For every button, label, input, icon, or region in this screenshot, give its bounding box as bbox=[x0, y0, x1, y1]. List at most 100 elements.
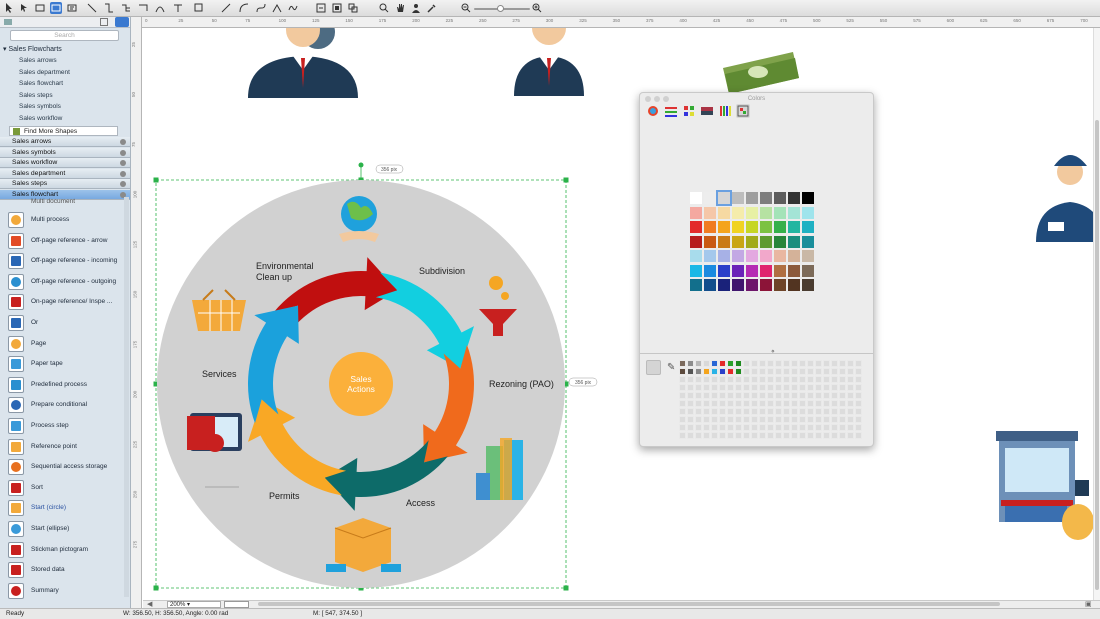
color-swatch[interactable] bbox=[788, 279, 800, 291]
color-swatch[interactable] bbox=[760, 221, 772, 233]
palette-cell[interactable] bbox=[711, 424, 718, 431]
palette-cell[interactable] bbox=[855, 400, 862, 407]
palette-cell[interactable] bbox=[847, 376, 854, 383]
color-swatch[interactable] bbox=[746, 279, 758, 291]
palette-cell[interactable] bbox=[855, 392, 862, 399]
libraries-icon[interactable] bbox=[4, 19, 12, 25]
sidebar-scrollbar[interactable] bbox=[124, 197, 129, 597]
shape-item[interactable]: Sort bbox=[0, 479, 124, 499]
palette-cell[interactable] bbox=[735, 376, 742, 383]
palette-cell[interactable] bbox=[703, 376, 710, 383]
color-swatch[interactable] bbox=[774, 221, 786, 233]
palette-cell[interactable] bbox=[855, 408, 862, 415]
palette-cell[interactable] bbox=[799, 424, 806, 431]
scale-tool[interactable] bbox=[331, 2, 343, 14]
palette-cell[interactable] bbox=[791, 424, 798, 431]
palette-cell[interactable] bbox=[839, 416, 846, 423]
palette-cell[interactable] bbox=[735, 360, 742, 367]
color-swatch[interactable] bbox=[746, 221, 758, 233]
hand-tool[interactable] bbox=[394, 2, 406, 14]
palette-cell[interactable] bbox=[727, 432, 734, 439]
palette-cell[interactable] bbox=[743, 416, 750, 423]
palette-cell[interactable] bbox=[823, 432, 830, 439]
palette-cell[interactable] bbox=[719, 424, 726, 431]
color-swatch[interactable] bbox=[802, 264, 814, 277]
polyline-tool[interactable] bbox=[271, 2, 283, 14]
palette-cell[interactable] bbox=[791, 432, 798, 439]
palette-cell[interactable] bbox=[775, 360, 782, 367]
bezier-tool[interactable] bbox=[255, 2, 267, 14]
color-swatch[interactable] bbox=[746, 235, 758, 248]
category-header[interactable]: Sales workflow bbox=[0, 158, 130, 168]
color-swatch[interactable] bbox=[718, 264, 730, 277]
palette-cell[interactable] bbox=[823, 368, 830, 375]
palette-cell[interactable] bbox=[695, 384, 702, 391]
palette-cell[interactable] bbox=[727, 392, 734, 399]
palette-cell[interactable] bbox=[679, 360, 686, 367]
palette-cell[interactable] bbox=[679, 392, 686, 399]
layers-tool[interactable] bbox=[192, 2, 204, 14]
color-swatch[interactable] bbox=[746, 264, 758, 277]
color-swatch[interactable] bbox=[760, 206, 772, 219]
palette-cell[interactable] bbox=[807, 408, 814, 415]
zoom-select[interactable]: 200% ▾ bbox=[167, 601, 221, 608]
palette-cell[interactable] bbox=[791, 360, 798, 367]
zoom-slider-knob[interactable] bbox=[497, 5, 504, 12]
palette-cell[interactable] bbox=[743, 424, 750, 431]
palette-cell[interactable] bbox=[783, 432, 790, 439]
person-tool[interactable] bbox=[410, 2, 422, 14]
palette-cell[interactable] bbox=[775, 416, 782, 423]
color-swatch[interactable] bbox=[704, 192, 716, 204]
palette-cell[interactable] bbox=[735, 392, 742, 399]
palette-cell[interactable] bbox=[783, 368, 790, 375]
color-swatch[interactable] bbox=[788, 192, 800, 204]
palette-cell[interactable] bbox=[791, 416, 798, 423]
palette-cell[interactable] bbox=[759, 416, 766, 423]
color-swatch[interactable] bbox=[802, 221, 814, 233]
palette-cell[interactable] bbox=[703, 408, 710, 415]
palette-cell[interactable] bbox=[807, 376, 814, 383]
palette-cell[interactable] bbox=[679, 400, 686, 407]
search-toggle-icon[interactable] bbox=[115, 17, 129, 27]
chain-connector-tool[interactable] bbox=[137, 2, 149, 14]
pencils-tab[interactable] bbox=[736, 104, 750, 118]
palette-cell[interactable] bbox=[751, 384, 758, 391]
palette-cell[interactable] bbox=[775, 376, 782, 383]
category-header[interactable]: Sales arrows bbox=[0, 137, 130, 147]
palette-cell[interactable] bbox=[815, 384, 822, 391]
zoom-out-button[interactable] bbox=[460, 2, 472, 14]
palette-cell[interactable] bbox=[687, 432, 694, 439]
grid-view-icon[interactable] bbox=[100, 18, 108, 26]
palette-cell[interactable] bbox=[831, 392, 838, 399]
palette-cell[interactable] bbox=[751, 416, 758, 423]
palette-cell[interactable] bbox=[823, 376, 830, 383]
color-swatch[interactable] bbox=[760, 235, 772, 248]
palette-cell[interactable] bbox=[831, 384, 838, 391]
category-header[interactable]: Sales symbols bbox=[0, 147, 130, 158]
palette-cell[interactable] bbox=[815, 416, 822, 423]
palette-cell[interactable] bbox=[679, 384, 686, 391]
palette-cell[interactable] bbox=[735, 384, 742, 391]
palette-cell[interactable] bbox=[759, 392, 766, 399]
palette-cell[interactable] bbox=[831, 360, 838, 367]
palette-cell[interactable] bbox=[727, 416, 734, 423]
color-swatch[interactable] bbox=[718, 235, 730, 248]
palette-cell[interactable] bbox=[679, 416, 686, 423]
palette-cell[interactable] bbox=[687, 376, 694, 383]
palette-cell[interactable] bbox=[791, 376, 798, 383]
palette-cell[interactable] bbox=[767, 416, 774, 423]
find-more-shapes-button[interactable]: Find More Shapes bbox=[9, 126, 118, 136]
palette-cell[interactable] bbox=[823, 360, 830, 367]
palette-cell[interactable] bbox=[703, 400, 710, 407]
zoom-in-tool[interactable] bbox=[378, 2, 390, 14]
palette-cell[interactable] bbox=[807, 384, 814, 391]
color-swatch[interactable] bbox=[788, 264, 800, 277]
palette-cell[interactable] bbox=[847, 384, 854, 391]
palette-cell[interactable] bbox=[711, 408, 718, 415]
palette-cell[interactable] bbox=[783, 400, 790, 407]
color-swatch[interactable] bbox=[802, 206, 814, 219]
palette-cell[interactable] bbox=[695, 376, 702, 383]
palette-cell[interactable] bbox=[791, 368, 798, 375]
palette-cell[interactable] bbox=[807, 424, 814, 431]
palette-cell[interactable] bbox=[831, 368, 838, 375]
